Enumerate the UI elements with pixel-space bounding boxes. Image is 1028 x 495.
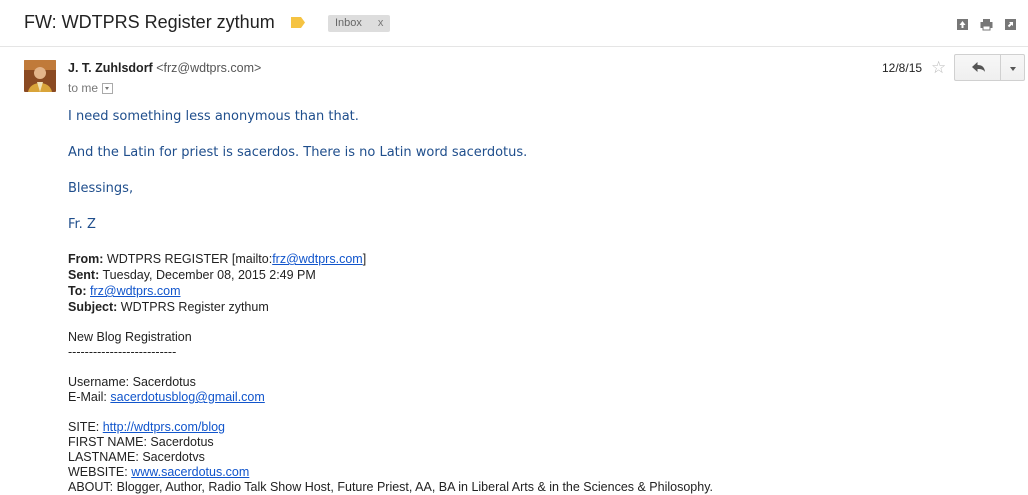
subject-value: WDTPRS Register zythum <box>120 300 269 314</box>
subject-label: Subject: <box>68 300 118 314</box>
sender-email: <frz@wdtprs.com> <box>156 61 262 75</box>
subject-bar: FW: WDTPRS Register zythum Inbox x <box>0 0 1028 47</box>
message-date: 12/8/15 <box>882 61 923 75</box>
body-signature: Fr. Z <box>68 217 96 232</box>
header-actions <box>955 17 1018 32</box>
forward-subject-line: Subject: WDTPRS Register zythum <box>68 300 269 315</box>
reply-button[interactable] <box>954 54 1001 81</box>
website-link[interactable]: www.sacerdotus.com <box>131 465 249 479</box>
star-icon[interactable]: ☆ <box>931 58 946 78</box>
show-details-dropdown[interactable] <box>102 83 114 95</box>
sent-value: Tuesday, December 08, 2015 2:49 PM <box>102 268 316 282</box>
remove-label-button[interactable]: x <box>378 17 384 29</box>
registration-website-line: WEBSITE: www.sacerdotus.com <box>68 465 249 480</box>
sender-avatar[interactable] <box>24 60 56 92</box>
website-label: WEBSITE: <box>68 465 132 479</box>
email-label: E-Mail: <box>68 390 111 404</box>
forward-to-line: To: frz@wdtprs.com <box>68 284 180 299</box>
registration-site-line: SITE: http://wdtprs.com/blog <box>68 420 225 435</box>
recipient-line: to me <box>68 81 114 95</box>
from-value: WDTPRS REGISTER [mailto: <box>106 252 273 266</box>
sender-name[interactable]: J. T. Zuhlsdorf <box>68 61 153 75</box>
registration-first-name: FIRST NAME: Sacerdotus <box>68 435 214 449</box>
registration-username: Username: Sacerdotus <box>68 375 196 389</box>
forward-from-line: From: WDTPRS REGISTER [mailto:frz@wdtprs… <box>68 252 366 267</box>
reply-icon <box>972 62 985 72</box>
sender-line: J. T. Zuhlsdorf <frz@wdtprs.com> <box>68 61 261 75</box>
forward-sent-line: Sent: Tuesday, December 08, 2015 2:49 PM <box>68 268 316 283</box>
expand-all-icon[interactable] <box>955 17 970 32</box>
open-new-window-icon[interactable] <box>1003 17 1018 32</box>
to-me-label: to me <box>68 81 99 95</box>
registration-email-line: E-Mail: sacerdotusblog@gmail.com <box>68 390 265 405</box>
site-link[interactable]: http://wdtprs.com/blog <box>103 420 225 434</box>
print-icon[interactable] <box>979 17 994 32</box>
sent-label: Sent: <box>68 268 100 282</box>
body-paragraph: Blessings, <box>68 181 134 196</box>
from-label: From: <box>68 252 104 266</box>
to-email-link[interactable]: frz@wdtprs.com <box>90 284 180 298</box>
registration-title: New Blog Registration <box>68 330 192 344</box>
registration-email-link[interactable]: sacerdotusblog@gmail.com <box>110 390 264 404</box>
to-label: To: <box>68 284 87 298</box>
important-marker-icon[interactable] <box>291 17 305 28</box>
body-paragraph: I need something less anonymous than tha… <box>68 109 359 124</box>
registration-about: ABOUT: Blogger, Author, Radio Talk Show … <box>68 480 714 494</box>
from-email-link[interactable]: frz@wdtprs.com <box>272 252 362 266</box>
site-label: SITE: <box>68 420 103 434</box>
more-actions-button[interactable] <box>1000 54 1025 81</box>
email-subject: FW: WDTPRS Register zythum <box>24 12 275 32</box>
registration-last-name: LASTNAME: Sacerdotvs <box>68 450 205 464</box>
inbox-label-text: Inbox <box>335 17 362 29</box>
from-close-bracket: ] <box>362 252 367 266</box>
body-paragraph: And the Latin for priest is sacerdos. Th… <box>68 145 528 160</box>
registration-divider: -------------------------- <box>68 345 177 359</box>
inbox-label-chip: Inbox x <box>328 15 391 32</box>
